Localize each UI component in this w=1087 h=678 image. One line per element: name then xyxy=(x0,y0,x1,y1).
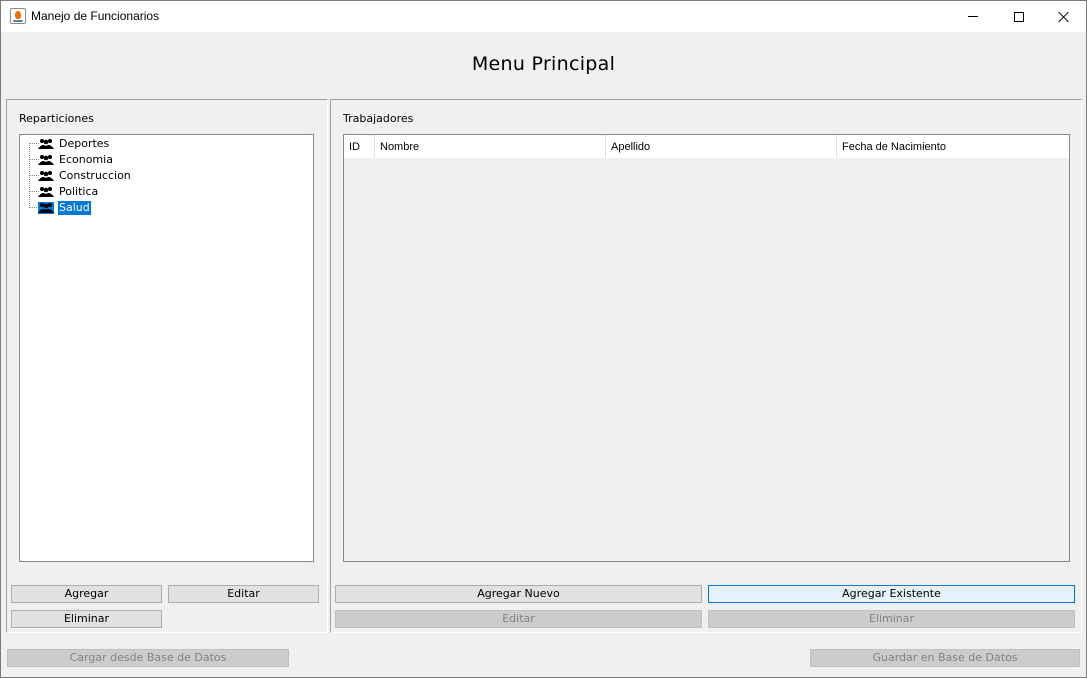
trabajadores-table[interactable]: ID Nombre Apellido Fecha de Nacimiento xyxy=(343,134,1070,562)
agregar-reparticion-button[interactable]: Agregar xyxy=(11,585,162,603)
column-header-nombre[interactable]: Nombre xyxy=(375,135,606,158)
tree-item-economia[interactable]: Economia xyxy=(38,152,114,168)
table-header: ID Nombre Apellido Fecha de Nacimiento xyxy=(344,135,1069,158)
column-header-apellido[interactable]: Apellido xyxy=(606,135,837,158)
reparticiones-label: Reparticiones xyxy=(19,112,94,125)
editar-trabajador-button[interactable]: Editar xyxy=(335,610,702,628)
people-icon xyxy=(38,139,54,149)
tree-item-salud[interactable]: Salud xyxy=(38,200,91,216)
cargar-base-datos-button[interactable]: Cargar desde Base de Datos xyxy=(7,649,289,667)
tree-item-label: Economia xyxy=(59,153,113,166)
title-bar: Manejo de Funcionarios xyxy=(1,1,1086,32)
page-title: Menu Principal xyxy=(471,53,616,75)
guardar-base-datos-button[interactable]: Guardar en Base de Datos xyxy=(810,649,1080,667)
tree-item-deportes[interactable]: Deportes xyxy=(38,136,110,152)
people-icon xyxy=(38,202,54,214)
column-header-fecha[interactable]: Fecha de Nacimiento xyxy=(837,135,1069,158)
maximize-button[interactable] xyxy=(996,1,1042,32)
java-icon xyxy=(10,8,26,24)
agregar-nuevo-button[interactable]: Agregar Nuevo xyxy=(335,585,702,603)
tree-item-label: Salud xyxy=(58,201,91,215)
tree-item-label: Deportes xyxy=(59,137,110,150)
tree-item-construccion[interactable]: Construccion xyxy=(38,168,132,184)
main-window: Manejo de Funcionarios Menu Principal Re… xyxy=(0,0,1087,678)
tree-item-politica[interactable]: Politica xyxy=(38,184,99,200)
editar-reparticion-button[interactable]: Editar xyxy=(168,585,319,603)
people-icon xyxy=(38,187,54,197)
minimize-button[interactable] xyxy=(950,1,996,32)
people-icon xyxy=(38,155,54,165)
minimize-icon xyxy=(968,16,978,17)
close-icon xyxy=(1058,11,1070,23)
eliminar-reparticion-button[interactable]: Eliminar xyxy=(11,610,162,628)
reparticiones-tree[interactable]: Deportes Economia Construccion Politica … xyxy=(19,134,314,562)
eliminar-trabajador-button[interactable]: Eliminar xyxy=(708,610,1075,628)
trabajadores-panel: Trabajadores ID Nombre Apellido Fecha de… xyxy=(330,99,1082,633)
window-title: Manejo de Funcionarios xyxy=(31,9,160,23)
close-button[interactable] xyxy=(1041,1,1087,32)
reparticiones-panel: Reparticiones Deportes Economia Construc… xyxy=(6,99,328,633)
column-header-id[interactable]: ID xyxy=(344,135,375,158)
maximize-icon xyxy=(1014,11,1024,22)
tree-item-label: Politica xyxy=(59,185,99,198)
agregar-existente-button[interactable]: Agregar Existente xyxy=(708,585,1075,603)
trabajadores-label: Trabajadores xyxy=(343,112,414,125)
people-icon xyxy=(38,171,54,181)
tree-item-label: Construccion xyxy=(59,169,131,182)
